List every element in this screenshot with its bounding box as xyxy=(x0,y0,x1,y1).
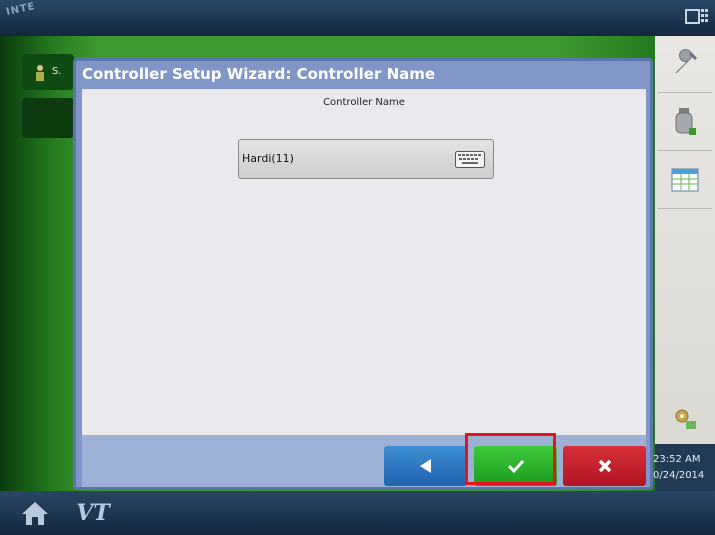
clock-time: 23:52 AM xyxy=(653,453,701,465)
right-sidebar: 23:52 AM 0/24/2014 xyxy=(653,36,715,491)
controller-setup-dialog: Controller Setup Wizard: Controller Name… xyxy=(73,58,653,490)
home-button[interactable] xyxy=(8,494,62,532)
dialog-title: Controller Setup Wizard: Controller Name xyxy=(82,65,436,83)
back-button[interactable] xyxy=(384,446,467,486)
field-setup-button[interactable] xyxy=(658,396,712,442)
tank-icon xyxy=(675,108,696,135)
x-icon xyxy=(598,459,611,473)
summary-button[interactable] xyxy=(658,152,712,209)
clock-display: 23:52 AM 0/24/2014 xyxy=(653,444,715,491)
operator-initial: S. xyxy=(52,66,62,77)
controller-name-field[interactable]: Hardi(11) xyxy=(238,139,494,179)
home-icon xyxy=(22,502,48,525)
controller-name-label: Controller Name xyxy=(323,97,405,108)
dialog-footer xyxy=(82,435,646,487)
cancel-button[interactable] xyxy=(563,446,646,486)
background-tile xyxy=(22,98,74,138)
arrow-left-icon xyxy=(419,459,431,473)
display-grid-icon[interactable] xyxy=(685,7,709,27)
product-button[interactable] xyxy=(658,94,712,151)
bottom-nav-bar: VT xyxy=(0,491,715,535)
accept-button-highlight xyxy=(465,433,556,485)
clock-date: 0/24/2014 xyxy=(653,469,705,481)
dialog-body: Controller Name Hardi(11) xyxy=(82,89,646,435)
field-gear-icon xyxy=(675,409,696,429)
brand-logo: INTE xyxy=(5,1,37,18)
tools-button[interactable] xyxy=(658,36,712,93)
operator-icon xyxy=(36,65,44,81)
keyboard-icon[interactable] xyxy=(455,151,485,168)
controller-name-value: Hardi(11) xyxy=(242,152,294,165)
vt-button[interactable]: VT xyxy=(66,494,120,532)
wrench-icon xyxy=(675,49,698,74)
top-status-bar: INTE xyxy=(0,0,715,36)
operator-tile[interactable]: S. xyxy=(22,54,74,90)
spreadsheet-icon xyxy=(671,168,699,192)
